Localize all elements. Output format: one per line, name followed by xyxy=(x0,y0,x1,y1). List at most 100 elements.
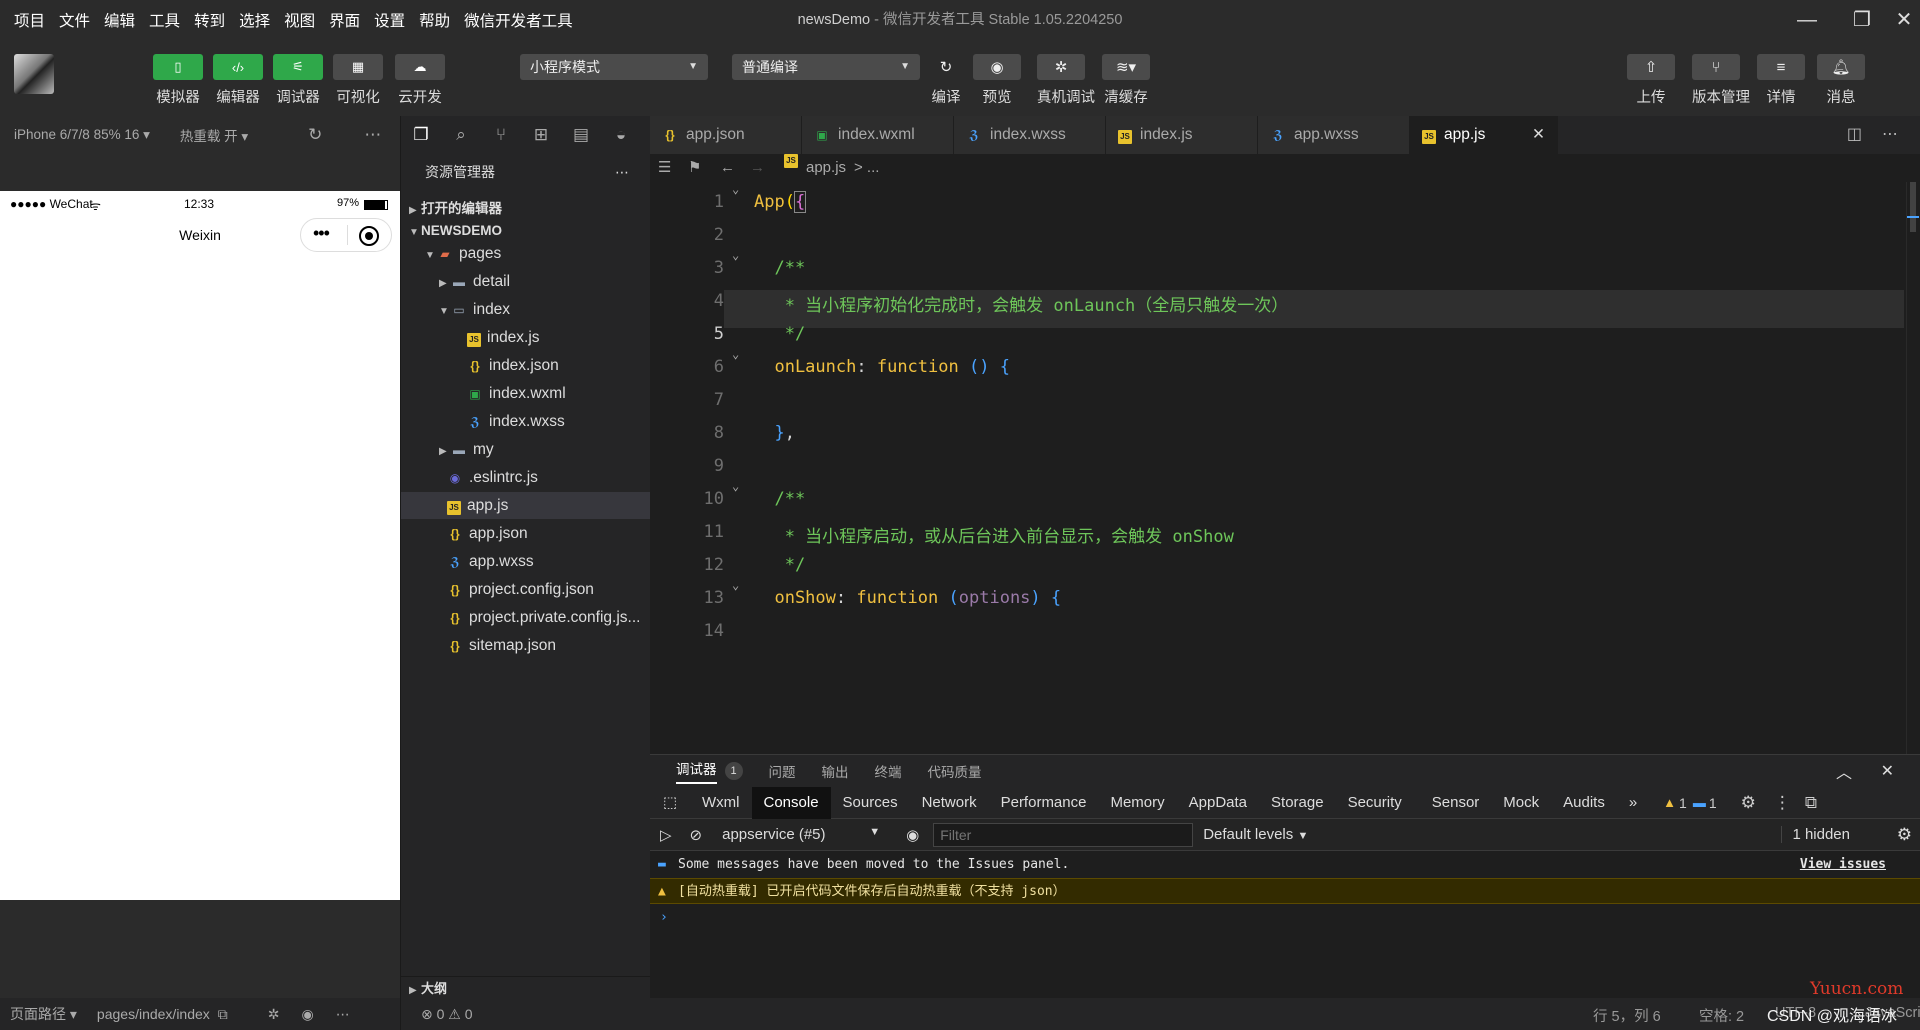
eye-icon[interactable]: ◉ xyxy=(302,1006,314,1023)
preview-button[interactable]: ◉ 预览 xyxy=(973,54,1021,107)
remote-debug-button[interactable]: ✲ 真机调试 xyxy=(1037,54,1095,107)
tree-item-my[interactable]: ▶ ▬ my xyxy=(401,436,651,463)
tree-item-index-json[interactable]: {} index.json xyxy=(401,352,651,379)
version-button[interactable]: ⑂ 版本管理 xyxy=(1692,54,1750,107)
menu-item-help[interactable]: 帮助 xyxy=(419,9,450,31)
close-miniapp-icon[interactable] xyxy=(359,226,379,246)
split-editor-icon[interactable]: ◫ xyxy=(1847,124,1862,144)
debugger-button[interactable]: ⚟ 调试器 xyxy=(273,54,323,107)
editor-scrollbar[interactable] xyxy=(1906,182,1920,754)
list-icon[interactable]: ☰ xyxy=(658,154,671,182)
device-select[interactable]: iPhone 6/7/8 85% 16 ▾ xyxy=(14,127,150,143)
rotate-icon[interactable]: ↻ xyxy=(308,125,322,145)
extensions-icon[interactable]: ⊞ xyxy=(521,125,561,145)
tab-debugger[interactable]: 调试器 xyxy=(676,758,717,784)
tree-item-index-wxss[interactable]: ℨindex.wxss xyxy=(401,408,651,435)
search-icon[interactable]: ⌕ xyxy=(441,125,481,145)
minimize-icon[interactable]: — xyxy=(1795,8,1819,32)
eye-icon[interactable]: ◉ xyxy=(906,826,919,844)
bookmark-icon[interactable]: ⚑ xyxy=(688,154,701,182)
tab-output[interactable]: 输出 xyxy=(822,761,849,781)
tab-appdata[interactable]: AppData xyxy=(1177,787,1259,819)
tab-performance[interactable]: Performance xyxy=(989,787,1099,819)
tree-item-index-js[interactable]: JS index.js xyxy=(401,324,651,351)
warning-icon[interactable]: ▲ xyxy=(1663,795,1676,810)
sidebar-toggle-icon[interactable]: ▷ xyxy=(660,826,672,844)
tab-index-wxml[interactable]: ▣ index.wxml xyxy=(802,116,954,154)
tree-item-project-config[interactable]: {} project.config.json xyxy=(401,576,651,603)
more-vertical-icon[interactable]: ⋮ xyxy=(1774,793,1791,813)
tab-index-wxss[interactable]: ℨindex.wxss xyxy=(954,116,1106,154)
tab-mock[interactable]: Mock xyxy=(1491,787,1551,819)
tab-terminal[interactable]: 终端 xyxy=(875,761,902,781)
copy-icon[interactable]: ⧉ xyxy=(218,1006,228,1023)
upload-button[interactable]: ⇧ 上传 xyxy=(1627,54,1675,107)
menu-item-tools[interactable]: 工具 xyxy=(149,9,180,31)
menu-item-goto[interactable]: 转到 xyxy=(194,9,225,31)
tree-item-detail[interactable]: ▶ ▬ detail xyxy=(401,268,651,295)
more-icon[interactable]: ⋯ xyxy=(336,1006,350,1023)
outline-section[interactable]: ▶ 大纲 xyxy=(401,976,651,1000)
fold-icon[interactable]: ⌄ xyxy=(732,479,739,493)
simulator-button[interactable]: ▯ 模拟器 xyxy=(153,54,203,107)
console-prompt[interactable]: › xyxy=(650,905,1920,931)
tab-security[interactable]: Security xyxy=(1336,787,1414,819)
source-control-icon[interactable]: ⑂ xyxy=(481,125,521,145)
breadcrumb-file[interactable]: app.js xyxy=(806,154,846,182)
tree-item-sitemap[interactable]: {} sitemap.json xyxy=(401,632,651,659)
tab-index-js[interactable]: JS index.js xyxy=(1106,116,1258,154)
tab-wxml[interactable]: Wxml xyxy=(690,787,752,819)
details-button[interactable]: ≡ 详情 xyxy=(1757,54,1805,107)
tab-sensor[interactable]: Sensor xyxy=(1420,787,1492,819)
tab-console[interactable]: Console xyxy=(751,786,831,819)
tab-memory[interactable]: Memory xyxy=(1098,787,1176,819)
more-icon[interactable]: ⋯ xyxy=(615,154,629,190)
view-issues-link[interactable]: View issues xyxy=(1800,852,1886,878)
capsule-menu[interactable]: ••• xyxy=(300,218,392,252)
filter-input[interactable] xyxy=(933,822,1194,847)
tree-item-pages[interactable]: ▼ ▰ pages xyxy=(401,240,651,267)
scrollbar-thumb[interactable] xyxy=(1910,182,1916,232)
compile-mode-select[interactable]: 普通编译 ▼ xyxy=(732,54,920,80)
tab-app-wxss[interactable]: ℨapp.wxss xyxy=(1258,116,1410,154)
gear-icon[interactable]: ⚙ xyxy=(1741,793,1756,813)
fold-icon[interactable]: ⌄ xyxy=(732,182,739,196)
menu-item-project[interactable]: 项目 xyxy=(14,9,45,31)
tab-code-quality[interactable]: 代码质量 xyxy=(928,761,982,781)
more-tabs-icon[interactable]: » xyxy=(1617,787,1649,819)
close-panel-icon[interactable]: ✕ xyxy=(1881,761,1894,781)
editor-button[interactable]: ‹/› 编辑器 xyxy=(213,54,263,107)
tree-item-app-json[interactable]: {} app.json xyxy=(401,520,651,547)
tree-item-app-js[interactable]: JS app.js xyxy=(401,492,651,519)
mode-select[interactable]: 小程序模式 ▼ xyxy=(520,54,708,80)
avatar[interactable] xyxy=(14,54,54,94)
page-path-select[interactable]: 页面路径 ▾ xyxy=(10,1004,77,1024)
tab-problems[interactable]: 问题 xyxy=(769,761,796,781)
bug-icon[interactable]: ✲ xyxy=(268,1006,280,1023)
indent-spaces[interactable]: 空格: 2 xyxy=(1699,1005,1744,1026)
code-editor[interactable]: 1 2 3 4 5 6 7 8 9 10 11 12 13 14 ⌄ ⌄ ⌄ ⌄… xyxy=(650,182,1920,754)
back-icon[interactable]: ← xyxy=(720,154,735,182)
more-dots-icon[interactable]: ••• xyxy=(313,223,330,244)
more-icon[interactable]: ⋯ xyxy=(364,125,381,145)
context-select[interactable]: appservice (#5) ▼ xyxy=(722,826,890,843)
info-icon[interactable]: ▬ xyxy=(1693,795,1706,810)
more-icon[interactable]: ⋯ xyxy=(1882,124,1898,144)
hot-reload-select[interactable]: 热重载 开 ▾ xyxy=(180,125,248,145)
fold-icon[interactable]: ⌄ xyxy=(732,248,739,262)
compile-button[interactable]: ↻ 编译 xyxy=(922,54,970,107)
problems-summary[interactable]: ⊗ 0 ⚠ 0 xyxy=(401,998,651,1030)
menu-item-interface[interactable]: 界面 xyxy=(329,9,360,31)
storage-icon[interactable]: ▤ xyxy=(561,125,601,145)
visual-button[interactable]: ▦ 可视化 xyxy=(333,54,383,107)
menu-item-settings[interactable]: 设置 xyxy=(374,9,405,31)
clear-console-icon[interactable]: ⊘ xyxy=(690,826,703,844)
docker-icon[interactable]: ◒ xyxy=(601,125,641,145)
inspect-element-icon[interactable]: ⬚ xyxy=(650,787,690,819)
tree-item-project-private-config[interactable]: {} project.private.config.js... xyxy=(401,604,651,631)
tree-item-index-wxml[interactable]: ▣ index.wxml xyxy=(401,380,651,407)
levels-select[interactable]: Default levels ▼ xyxy=(1203,826,1308,843)
close-window-icon[interactable]: ✕ xyxy=(1892,8,1916,32)
tree-item-index-folder[interactable]: ▼ ▭ index xyxy=(401,296,651,323)
maximize-icon[interactable]: ❐ xyxy=(1850,8,1874,32)
